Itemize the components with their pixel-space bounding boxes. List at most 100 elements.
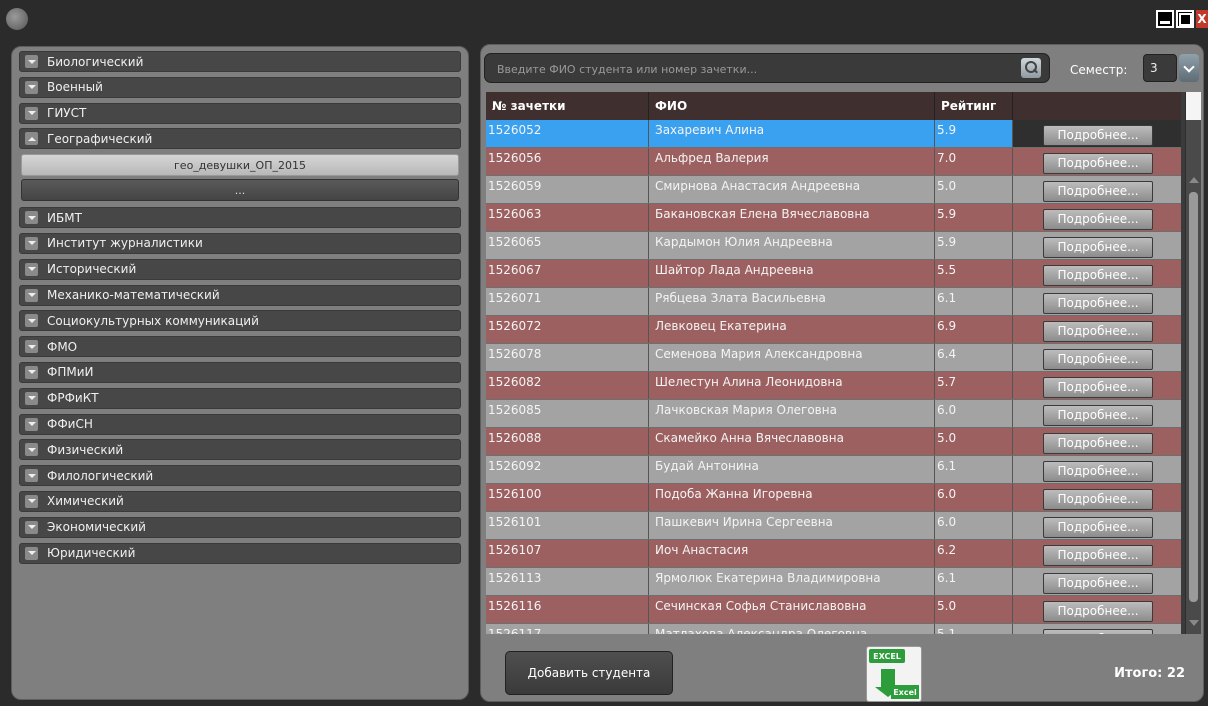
column-header-rating[interactable]: Рейтинг [935,92,1013,120]
details-button[interactable]: Подробнее... [1043,153,1153,174]
chevron-down-icon [25,494,38,508]
close-button[interactable]: X [1196,10,1208,28]
search-icon[interactable] [1021,58,1041,78]
faculty-item[interactable]: ФРФиКТ [19,387,461,409]
table-row[interactable]: 1526063 Бакановская Елена Вячеславовна 5.9… [486,204,1181,232]
record-book-cell: 1526052 [486,120,649,147]
maximize-button[interactable] [1176,10,1194,28]
name-cell: Рябцева Злата Васильевна [649,288,935,315]
chevron-down-icon [25,417,38,431]
details-button[interactable]: Подробнее... [1043,461,1153,482]
details-button[interactable]: Подробнее... [1043,601,1153,622]
rating-cell: 5.7 [935,372,1013,399]
scroll-down-icon[interactable] [1189,620,1199,626]
faculty-item[interactable]: Военный [19,76,461,98]
faculty-item[interactable]: Филологический [19,465,461,487]
rating-cell: 5.1 [935,624,1013,634]
table-row[interactable]: 1526078 Семенова Мария Александровна 6.4 По… [486,344,1181,372]
faculty-item[interactable]: Биологический [19,51,461,72]
search-input[interactable] [497,61,1017,77]
table-row[interactable]: 1526082 Шелестун Алина Леонидовна 5.7 Подро… [486,372,1181,400]
rating-cell: 5.5 [935,260,1013,287]
faculty-item[interactable]: Экономический [19,516,461,538]
actions-cell: Подробнее... [1013,204,1181,231]
table-row[interactable]: 1526088 Скамейко Анна Вячеславовна 5.0 Подр… [486,428,1181,456]
details-button[interactable]: Подробнее... [1043,573,1153,594]
chevron-down-icon [25,55,38,68]
faculty-item[interactable]: Физический [19,439,461,461]
chevron-down-icon [25,106,38,120]
faculty-item[interactable]: Механико-математический [19,284,461,306]
table-row[interactable]: 1526117Матлахова Александра Олеговна5.1 П… [486,624,1181,634]
table-row[interactable]: 1526085 Лачковская Мария Олеговна 6.0 Подро… [486,400,1181,428]
table-row[interactable]: 1526116 Сечинская Софья Станиславовна 5.0 П… [486,596,1181,624]
faculty-item[interactable]: ФПМиИ [19,361,461,383]
actions-cell: Подробнее... [1013,400,1181,427]
details-button[interactable]: Подробнее... [1043,405,1153,426]
details-button[interactable]: Подробнее... [1043,489,1153,510]
chevron-down-icon [25,288,38,302]
students-panel: Семестр: 3 № зачетки ФИО Рейтинг 1526052… [480,44,1204,702]
table-row[interactable]: 1526100 Подоба Жанна Игоревна 6.0 Подробнее… [486,484,1181,512]
details-button[interactable]: Подробнее... [1043,321,1153,342]
details-button[interactable]: Подробнее... [1043,545,1153,566]
vertical-scrollbar[interactable] [1185,92,1201,634]
minimize-button[interactable] [1156,10,1174,28]
table-row[interactable]: 1526071 Рябцева Злата Васильевна 6.1 Подроб… [486,288,1181,316]
rating-cell: 6.4 [935,344,1013,371]
rating-cell: 5.0 [935,176,1013,203]
details-button[interactable]: Подробнее... [1043,349,1153,370]
group-item[interactable]: гео_девушки_ОП_2015 [21,154,459,177]
chevron-down-icon[interactable] [1179,54,1199,82]
details-button[interactable]: Подробнее... [1043,517,1153,538]
details-button[interactable]: Подробнее... [1043,181,1153,202]
table-row[interactable]: 1526056 Альфред Валерия 7.0 Подробнее... [486,148,1181,176]
faculty-item[interactable]: ФФиСН [19,413,461,435]
faculty-item[interactable]: Химический [19,490,461,512]
chevron-down-icon [25,520,38,534]
table-row[interactable]: 1526092 Будай Антонина 6.1 Подробнее... [486,456,1181,484]
faculty-item[interactable]: Юридический [19,542,461,564]
semester-select[interactable]: 3 [1143,54,1177,82]
faculty-label: ФФиСН [47,417,93,432]
details-button[interactable]: Подробнее... [1043,125,1153,146]
scroll-up-icon[interactable] [1189,177,1199,183]
record-book-cell: 1526082 [486,372,649,399]
faculty-item[interactable]: ФМО [19,336,461,358]
actions-cell: Подробнее... [1013,596,1181,623]
faculty-item[interactable]: Институт журналистики [19,232,461,254]
table-row[interactable]: 1526072 Левковец Екатерина 6.9 Подробнее... [486,316,1181,344]
table-row[interactable]: 1526107 Иоч Анастасия 6.2 Подробнее... [486,540,1181,568]
column-header-record-book[interactable]: № зачетки [486,92,649,120]
faculty-label: Физический [47,442,124,457]
name-cell: Бакановская Елена Вячеславовна [649,204,935,231]
table-row[interactable]: 1526052 Захаревич Алина 5.9 Подробнее... [486,120,1181,148]
group-item[interactable]: ... [21,179,459,202]
details-button[interactable]: Подробнее... [1043,433,1153,454]
table-row[interactable]: 1526059 Смирнова Анастасия Андреевна 5.0 По… [486,176,1181,204]
excel-export-icon[interactable]: EXCEL Excel [866,646,922,702]
table-row[interactable]: 1526113 Ярмолюк Екатерина Владимировна 6.1… [486,568,1181,596]
name-cell: Шайтор Лада Андреевна [649,260,935,287]
details-button[interactable]: Подробнее... [1043,629,1153,634]
faculty-item[interactable]: Социокультурных коммуникаций [19,310,461,332]
details-button[interactable]: Подробнее... [1043,377,1153,398]
faculty-item[interactable]: ИБМТ [19,207,461,229]
table-row[interactable]: 1526101 Пашкевич Ирина Сергеевна 6.0 Подроб… [486,512,1181,540]
details-button[interactable]: Подробнее... [1043,209,1153,230]
rating-cell: 5.9 [935,120,1013,147]
details-button[interactable]: Подробнее... [1043,265,1153,286]
faculty-item[interactable]: ГИУСТ [19,102,461,124]
scrollbar-thumb[interactable] [1189,192,1198,602]
faculty-item[interactable]: Географический [19,128,461,150]
add-student-button[interactable]: Добавить студента [505,651,673,695]
faculty-item[interactable]: Исторический [19,258,461,280]
column-header-name[interactable]: ФИО [649,92,935,120]
faculty-label: ИБМТ [47,210,82,225]
name-cell: Левковец Екатерина [649,316,935,343]
table-row[interactable]: 1526065 Кардымон Юлия Андреевна 5.9 Подробн… [486,232,1181,260]
table-row[interactable]: 1526067 Шайтор Лада Андреевна 5.5 Подробнее… [486,260,1181,288]
details-button[interactable]: Подробнее... [1043,237,1153,258]
details-button[interactable]: Подробнее... [1043,293,1153,314]
chevron-down-icon [25,262,38,276]
